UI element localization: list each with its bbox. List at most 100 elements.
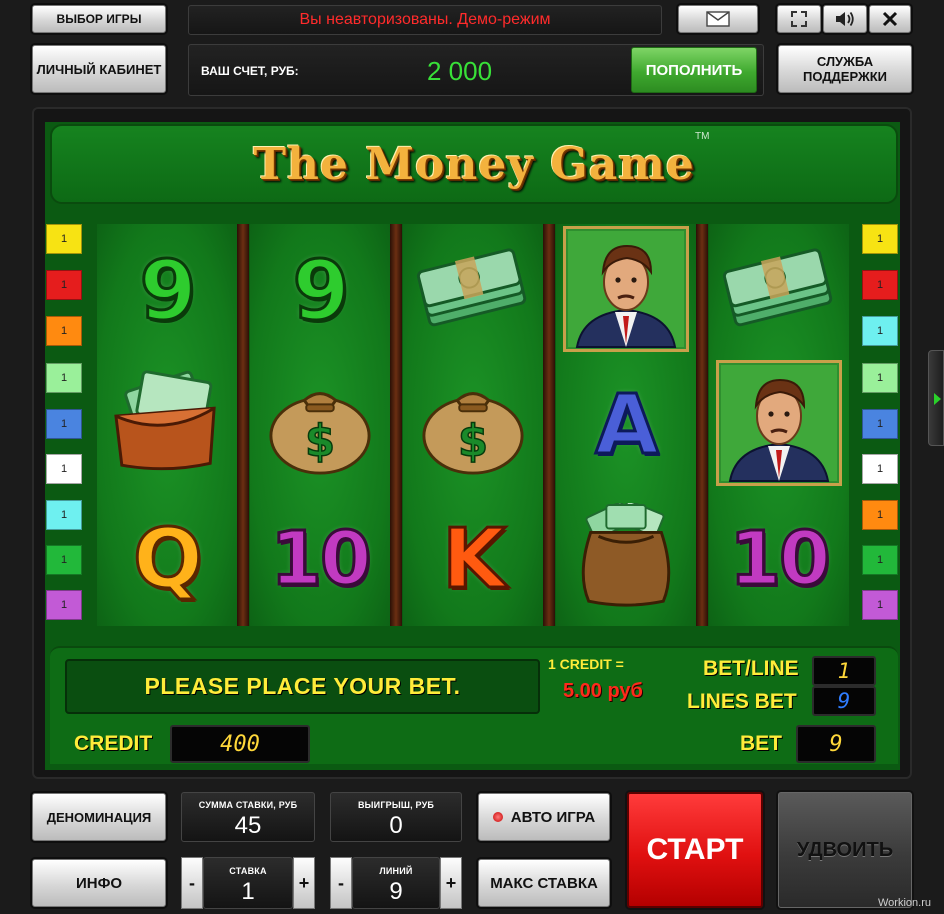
auto-play-label: АВТО ИГРА xyxy=(510,808,596,826)
symbol-label: 10 xyxy=(269,515,373,604)
win-panel: ВЫИГРЫШ, РУБ 0 xyxy=(330,792,462,842)
auto-play-button[interactable]: АВТО ИГРА xyxy=(478,793,610,841)
reel-separator xyxy=(390,224,402,626)
left-line-marker: 1 xyxy=(46,500,82,530)
right-line-marker: 1 xyxy=(862,316,898,346)
account-panel: ВАШ СЧЕТ, РУБ: 2 000 ПОПОЛНИТЬ xyxy=(188,44,764,96)
symbol-label: 9 xyxy=(291,242,351,340)
symbol-label: A xyxy=(594,376,661,474)
fullscreen-button[interactable] xyxy=(777,5,821,33)
bet-display: 9 xyxy=(796,725,876,763)
symbol-label: Q xyxy=(132,510,205,608)
mail-button[interactable] xyxy=(678,5,758,33)
sound-button[interactable] xyxy=(823,5,867,33)
cash-sack-icon xyxy=(567,499,685,616)
reel-symbol: 10 xyxy=(250,492,390,626)
left-line-marker: 1 xyxy=(46,454,82,484)
left-line-marker: 1 xyxy=(46,316,82,346)
businessman-symbol xyxy=(556,224,696,358)
symbol-label: K xyxy=(441,510,508,608)
demo-notice-text: Вы неавторизованы. Демо-режим xyxy=(299,11,551,28)
cash-sack-symbol xyxy=(556,492,696,626)
reel-separator xyxy=(696,224,708,626)
max-bet-button[interactable]: МАКС СТАВКА xyxy=(478,859,610,907)
lines-value: 9 xyxy=(389,878,403,905)
watermark: Workion.ru xyxy=(878,897,931,909)
win-value: 0 xyxy=(389,812,403,839)
svg-text:$: $ xyxy=(305,416,335,466)
auto-play-indicator-icon xyxy=(492,812,503,822)
credit-rate-label: 1 CREDIT = xyxy=(548,656,624,672)
choose-game-button[interactable]: ВЫБОР ИГРЫ xyxy=(32,5,166,33)
bet-line-label: BET/LINE xyxy=(703,657,799,680)
start-button[interactable]: СТАРТ xyxy=(627,792,763,908)
money-bag-icon: $ xyxy=(261,369,379,482)
reel-symbol: 9 xyxy=(250,224,390,358)
close-button[interactable] xyxy=(869,5,911,33)
left-line-marker: 1 xyxy=(46,590,82,620)
left-line-marker: 1 xyxy=(46,363,82,393)
reel-symbol: K xyxy=(403,492,543,626)
cash-stack-icon xyxy=(715,240,843,343)
deposit-button[interactable]: ПОПОЛНИТЬ xyxy=(631,47,757,93)
close-icon xyxy=(882,11,898,27)
bet-value: 9 xyxy=(829,731,843,757)
left-line-marker: 1 xyxy=(46,270,82,300)
credit-display: 400 xyxy=(170,725,310,763)
double-label: УДВОИТЬ xyxy=(796,838,894,861)
sound-icon xyxy=(836,11,854,27)
win-label: ВЫИГРЫШ, РУБ xyxy=(357,800,435,810)
wallet-symbol xyxy=(97,358,237,492)
denomination-button[interactable]: ДЕНОМИНАЦИЯ xyxy=(32,793,166,841)
svg-text:$: $ xyxy=(458,416,488,466)
right-line-marker: 1 xyxy=(862,500,898,530)
support-button[interactable]: СЛУЖБА ПОДДЕРЖКИ xyxy=(778,45,912,93)
message-box: PLEASE PLACE YOUR BET. xyxy=(65,659,540,714)
lines-bet-label: LINES BET xyxy=(687,690,797,713)
account-value: 2 000 xyxy=(427,56,493,86)
credit-label: CREDIT xyxy=(74,732,153,755)
businessman-symbol xyxy=(709,358,849,492)
personal-cabinet-button[interactable]: ЛИЧНЫЙ КАБИНЕТ xyxy=(32,45,166,93)
info-button[interactable]: ИНФО xyxy=(32,859,166,907)
wallet-icon xyxy=(108,369,226,482)
side-panel-toggle[interactable] xyxy=(928,350,944,446)
stake-sum-label: СУММА СТАВКИ, РУБ xyxy=(198,800,298,810)
start-label: СТАРТ xyxy=(646,833,744,866)
mail-icon xyxy=(706,11,730,27)
game-title: The Money Game xyxy=(253,138,695,190)
stake-sum-value: 45 xyxy=(234,812,262,839)
double-button[interactable]: УДВОИТЬ xyxy=(778,792,912,908)
message-text: PLEASE PLACE YOUR BET. xyxy=(144,673,461,699)
bet-line-value: 1 xyxy=(837,659,851,683)
game-title-bar: The Money Game xyxy=(50,124,898,204)
lines-plus-button[interactable]: + xyxy=(440,857,462,909)
left-line-marker: 1 xyxy=(46,409,82,439)
trademark: TM xyxy=(695,131,710,142)
right-line-marker: 1 xyxy=(862,454,898,484)
cash-stack-icon xyxy=(409,240,537,343)
credit-value: 400 xyxy=(220,731,260,757)
chevron-right-icon xyxy=(934,393,941,405)
demo-notice-bar: Вы неавторизованы. Демо-режим xyxy=(188,5,662,35)
reel-symbol: 9 xyxy=(97,224,237,358)
lines-minus-button[interactable]: - xyxy=(330,857,352,909)
money-bag-symbol: $ xyxy=(403,358,543,492)
cash-stack-symbol xyxy=(709,224,849,358)
bet-label: BET xyxy=(740,732,782,755)
stake-plus-button[interactable]: + xyxy=(293,857,315,909)
account-label: ВАШ СЧЕТ, РУБ: xyxy=(201,64,299,78)
left-line-marker: 1 xyxy=(46,224,82,254)
reel-symbol: Q xyxy=(97,492,237,626)
right-line-marker: 1 xyxy=(862,545,898,575)
stake-minus-button[interactable]: - xyxy=(181,857,203,909)
right-line-marker: 1 xyxy=(862,224,898,254)
lines-label: ЛИНИЙ xyxy=(379,866,413,876)
symbol-label: 10 xyxy=(728,515,832,604)
lines-bet-value: 9 xyxy=(837,689,851,713)
stake-label: СТАВКА xyxy=(229,866,267,876)
businessman-icon xyxy=(716,359,842,491)
cash-stack-symbol xyxy=(403,224,543,358)
right-line-marker: 1 xyxy=(862,270,898,300)
stake-panel: СТАВКА 1 xyxy=(203,857,293,909)
